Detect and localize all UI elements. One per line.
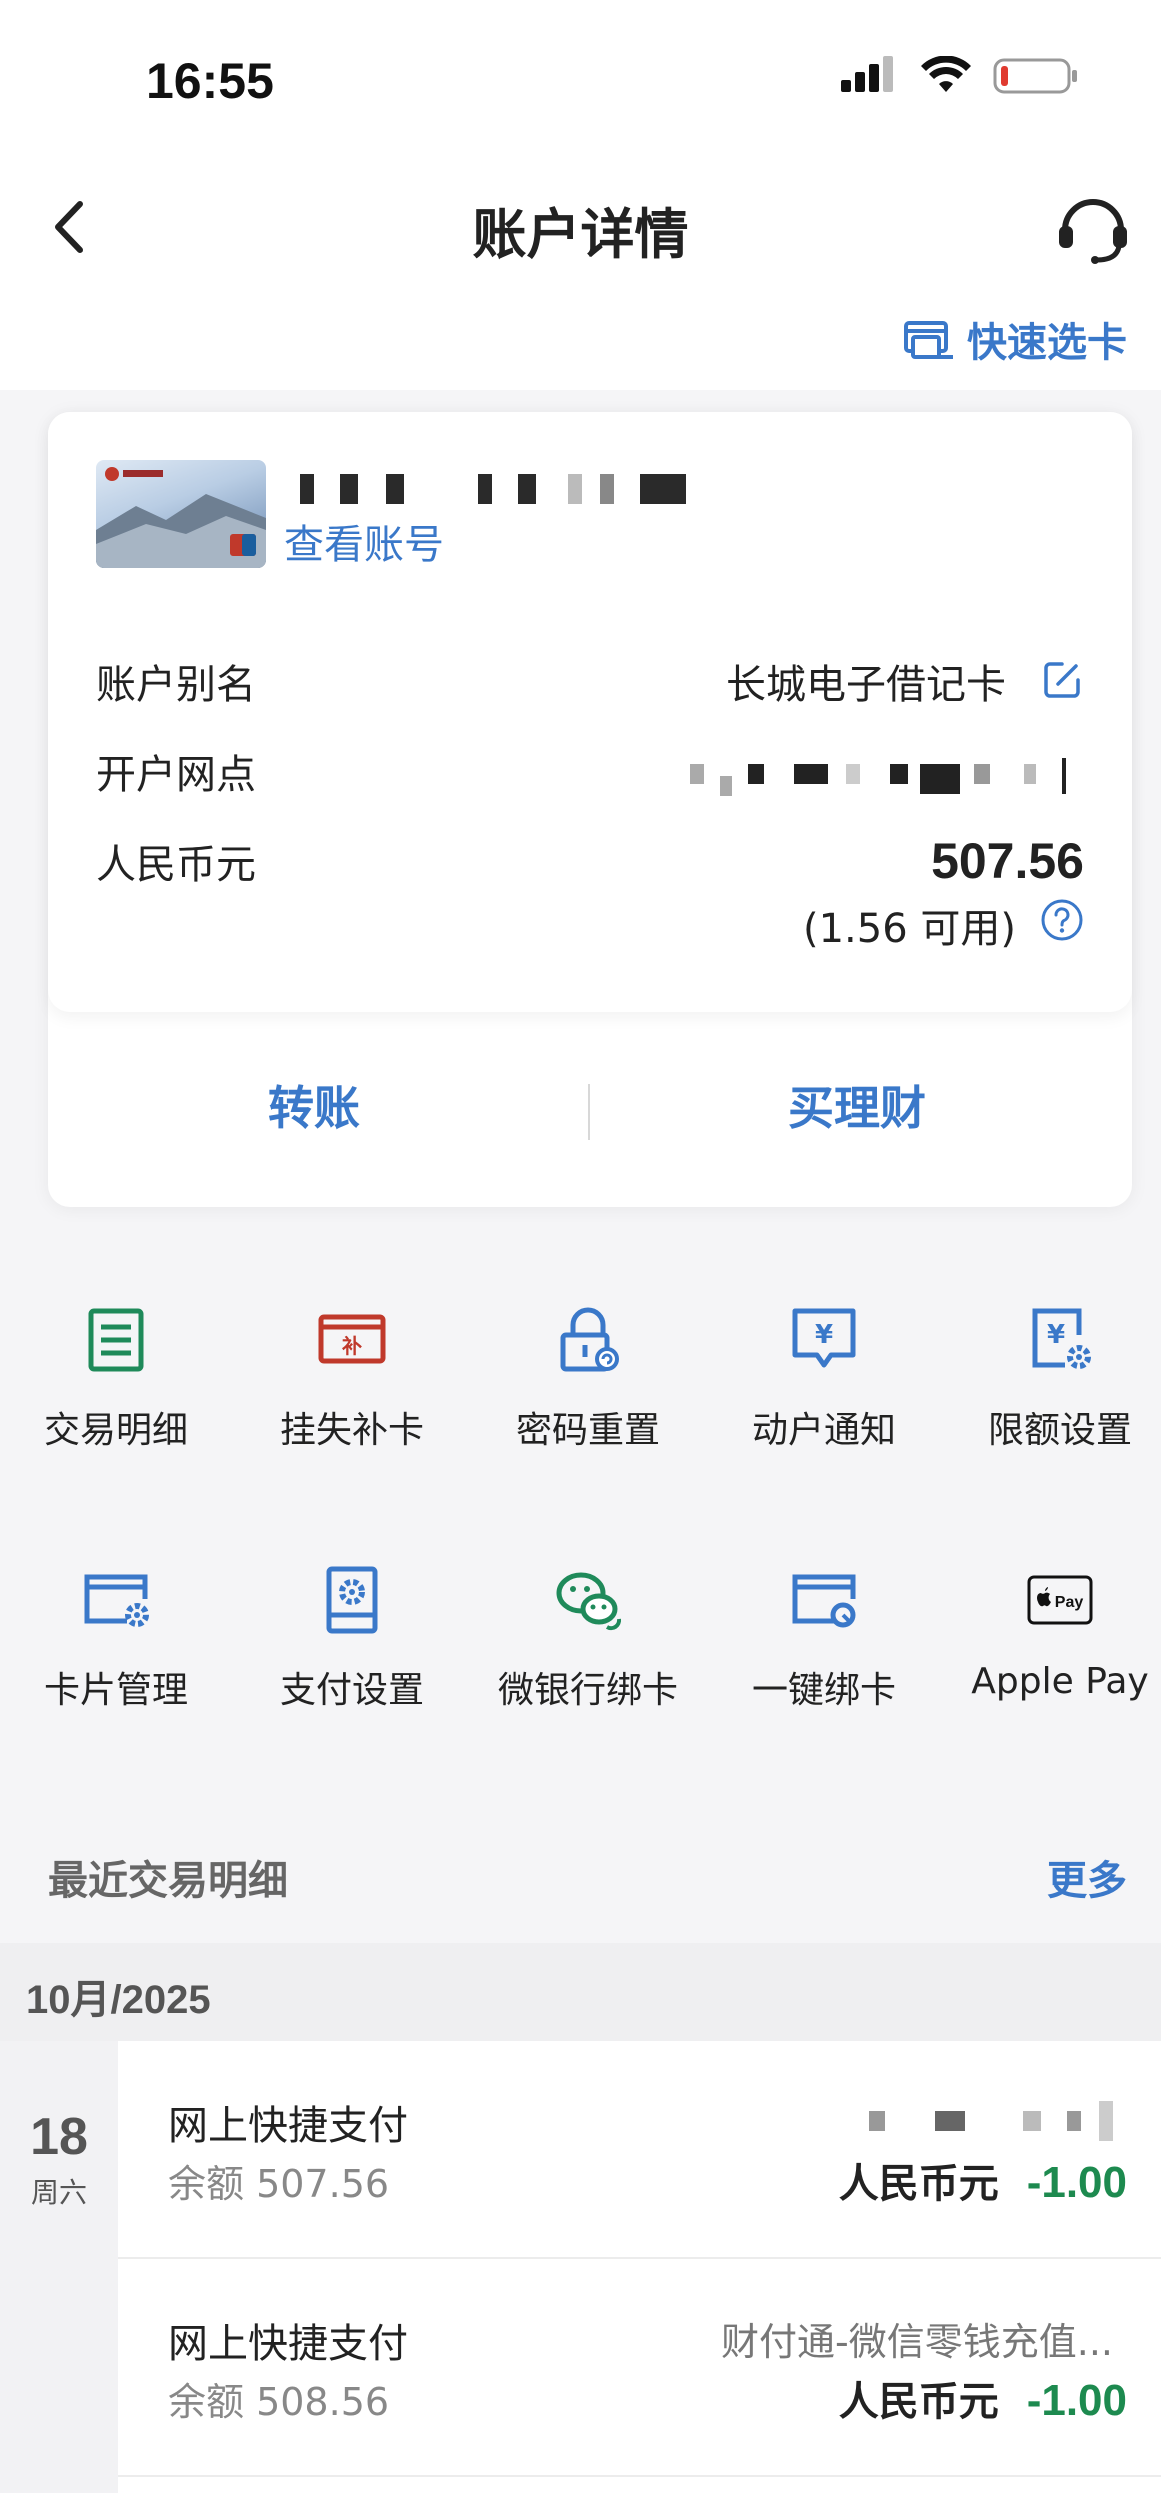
buy-wealth-button[interactable]: 买理财 bbox=[788, 1072, 926, 1138]
transaction-amount: -1.00 bbox=[1026, 2376, 1127, 2425]
svg-text:Pay: Pay bbox=[1055, 1594, 1084, 1611]
battery-icon bbox=[993, 58, 1077, 94]
service-payment-settings[interactable]: 支付设置 bbox=[236, 1565, 468, 1713]
help-icon[interactable] bbox=[1040, 898, 1084, 942]
service-label: 密码重置 bbox=[515, 1410, 660, 1451]
date-column: 18 周六 bbox=[0, 2041, 118, 2493]
transaction-balance: 余额 508.56 bbox=[168, 2380, 390, 2424]
signal-icon bbox=[841, 56, 893, 92]
card-image bbox=[96, 460, 266, 568]
recent-transactions-title: 最近交易明细 bbox=[48, 1858, 288, 1904]
transaction-currency: 人民币元 bbox=[838, 2161, 999, 2207]
quick-select-label: 快速选卡 bbox=[967, 320, 1127, 366]
transaction-title: 网上快捷支付 bbox=[168, 2103, 408, 2149]
service-label: 卡片管理 bbox=[43, 1670, 188, 1711]
branch-label: 开户网点 bbox=[96, 752, 256, 798]
transaction-amount: -1.00 bbox=[1026, 2158, 1127, 2207]
payment-settings-icon bbox=[326, 1566, 378, 1634]
service-label: 限额设置 bbox=[987, 1410, 1132, 1451]
transaction-amount-line: 人民币元 -1.00 bbox=[839, 2151, 1127, 2209]
date-day: 18 bbox=[30, 2108, 88, 2166]
transaction-balance: 余额 507.56 bbox=[168, 2162, 390, 2206]
month-header: 10月/2025 bbox=[0, 1943, 1161, 2041]
yuan-notice-icon: ¥ bbox=[792, 1308, 856, 1368]
service-label: 微银行绑卡 bbox=[497, 1670, 678, 1711]
account-card: 查看账号 账户别名 长城电子借记卡 开户网点 人民币元 507.56 (1.56… bbox=[48, 412, 1132, 1207]
transaction-amount-line: 人民币元 -1.00 bbox=[839, 2369, 1127, 2427]
list-document-icon bbox=[88, 1308, 144, 1372]
service-label: 一键绑卡 bbox=[751, 1670, 896, 1711]
service-transaction-details[interactable]: 交易明细 bbox=[0, 1305, 232, 1453]
service-apple-pay[interactable]: Pay Apple Pay bbox=[944, 1565, 1161, 1702]
transaction-counterparty: 财付通-微信零钱充值... bbox=[721, 2320, 1113, 2364]
status-icons bbox=[841, 56, 1079, 96]
service-limit-settings[interactable]: ¥ 限额设置 bbox=[944, 1305, 1161, 1453]
wifi-icon bbox=[921, 56, 971, 92]
available-balance: (1.56 可用) bbox=[803, 906, 1016, 952]
page-title: 账户详情 bbox=[472, 203, 689, 266]
card-number-masked bbox=[300, 474, 720, 514]
service-card-management[interactable]: 卡片管理 bbox=[0, 1565, 232, 1713]
status-time: 16:55 bbox=[146, 53, 274, 109]
service-label: 支付设置 bbox=[279, 1670, 424, 1711]
transaction-row[interactable]: 网上快捷支付 余额 507.56 人民币元 -1.00 bbox=[118, 2041, 1161, 2259]
service-label: 动户通知 bbox=[751, 1410, 896, 1451]
transaction-list: 18 周六 网上快捷支付 余额 507.56 人民币元 -1.00 网上快捷支付… bbox=[0, 2041, 1161, 2493]
nav-bar: 账户详情 bbox=[0, 170, 1161, 280]
balance-value: 507.56 bbox=[931, 833, 1084, 889]
service-report-loss[interactable]: 补 挂失补卡 bbox=[236, 1305, 468, 1453]
currency-label: 人民币元 bbox=[96, 842, 256, 888]
card-replace-icon: 补 bbox=[318, 1314, 386, 1364]
svg-text:¥: ¥ bbox=[1047, 1320, 1065, 1350]
service-label: Apple Pay bbox=[971, 1661, 1149, 1702]
transaction-currency: 人民币元 bbox=[838, 2379, 999, 2425]
status-bar: 16:55 bbox=[0, 0, 1161, 170]
yuan-settings-icon: ¥ bbox=[1032, 1308, 1091, 1369]
card-select-icon bbox=[904, 321, 953, 359]
apple-pay-icon: Pay bbox=[1027, 1575, 1093, 1625]
month-label: 10月/2025 bbox=[26, 1978, 211, 2022]
service-password-reset[interactable]: 密码重置 bbox=[472, 1305, 704, 1453]
bank-card-art bbox=[96, 467, 266, 568]
wechat-icon bbox=[556, 1572, 622, 1631]
service-wechat-bind[interactable]: 微银行绑卡 bbox=[472, 1565, 704, 1713]
service-account-notice[interactable]: ¥ 动户通知 bbox=[708, 1305, 940, 1453]
service-one-click-bind[interactable]: 一键绑卡 bbox=[708, 1565, 940, 1713]
quick-select-card-button[interactable]: 快速选卡 bbox=[903, 310, 1127, 368]
alias-label: 账户别名 bbox=[96, 662, 256, 708]
account-info-panel: 查看账号 账户别名 长城电子借记卡 开户网点 人民币元 507.56 (1.56… bbox=[48, 412, 1132, 1012]
transfer-button[interactable]: 转账 bbox=[268, 1072, 360, 1138]
transaction-title: 网上快捷支付 bbox=[168, 2321, 408, 2367]
edit-icon[interactable] bbox=[1042, 658, 1084, 700]
transaction-row[interactable]: 网上快捷支付 余额 508.56 财付通-微信零钱充值... 人民币元 -1.0… bbox=[118, 2259, 1161, 2477]
svg-text:¥: ¥ bbox=[815, 1320, 833, 1350]
alias-value: 长城电子借记卡 bbox=[726, 662, 1006, 708]
headset-icon[interactable] bbox=[1051, 184, 1135, 268]
action-divider bbox=[588, 1084, 590, 1140]
card-bind-icon bbox=[792, 1574, 856, 1628]
date-weekday: 周六 bbox=[30, 2176, 87, 2209]
more-link[interactable]: 更多 bbox=[1047, 1848, 1127, 1906]
service-label: 挂失补卡 bbox=[279, 1410, 424, 1451]
lock-reset-icon bbox=[560, 1307, 619, 1372]
svg-text:补: 补 bbox=[341, 1334, 362, 1358]
service-label: 交易明细 bbox=[43, 1410, 188, 1451]
view-account-number-link[interactable]: 查看账号 bbox=[284, 512, 444, 570]
card-settings-icon bbox=[84, 1574, 149, 1627]
